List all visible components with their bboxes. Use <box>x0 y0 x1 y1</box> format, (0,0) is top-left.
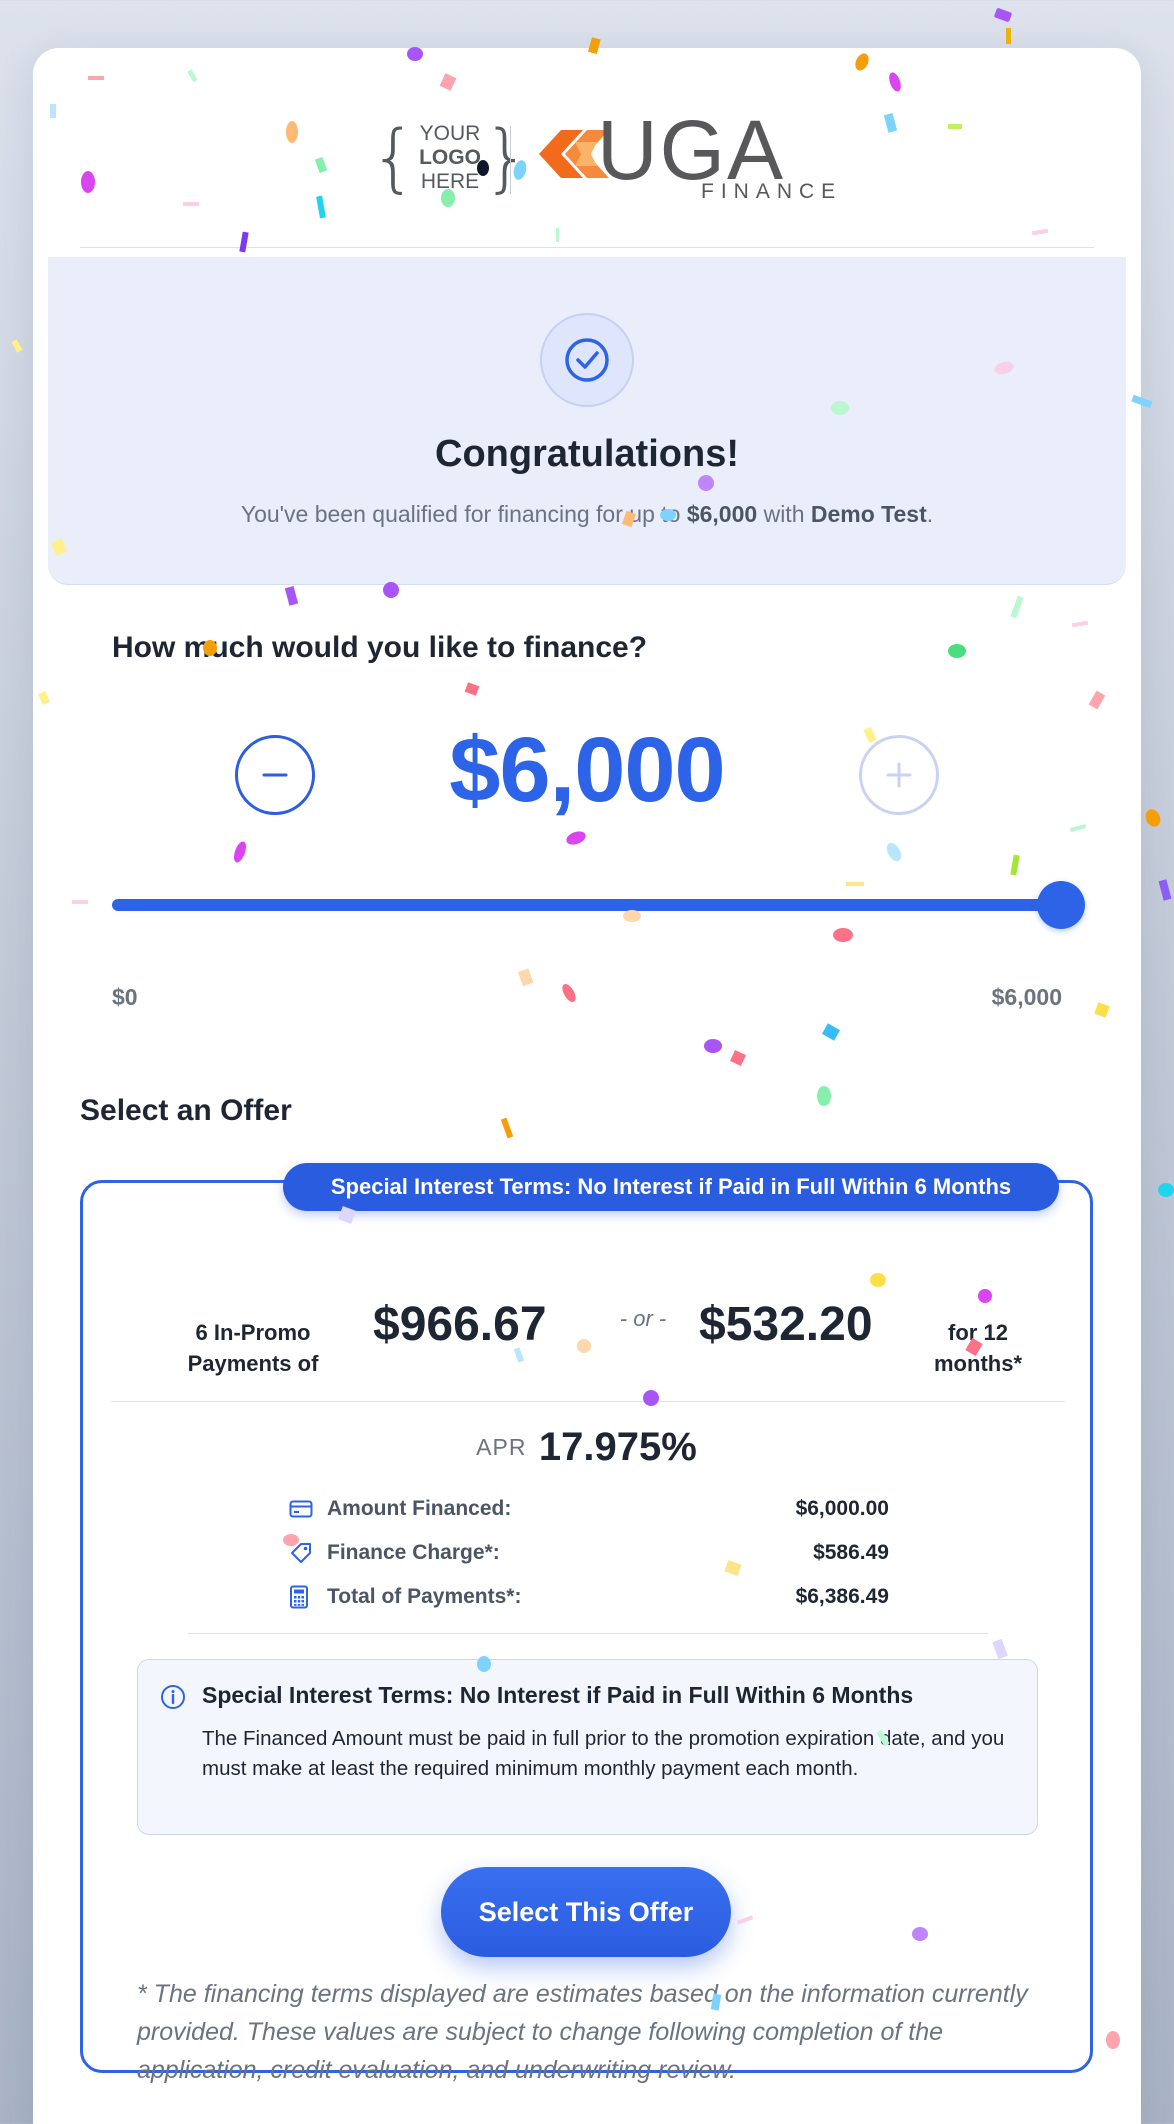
finance-question: How much would you like to finance? <box>112 631 648 664</box>
calculator-icon <box>289 1584 319 1610</box>
offer-divider <box>111 1401 1065 1402</box>
detail-row-finance-charge: Finance Charge*: $586.49 <box>289 1536 889 1570</box>
detail-row-amount-financed: Amount Financed: $6,000.00 <box>289 1492 889 1526</box>
details-divider <box>188 1633 988 1634</box>
uga-logo-sub: FINANCE <box>701 180 843 203</box>
partner-logo-brace-open: { <box>370 115 418 201</box>
info-title: Special Interest Terms: No Interest if P… <box>202 1682 914 1708</box>
promo-payment-amount: $966.67 <box>373 1298 547 1351</box>
info-icon <box>160 1684 186 1715</box>
or-separator: - or - <box>619 1306 667 1331</box>
uga-finance-logo: UGA FINANCE <box>535 103 855 208</box>
standard-payment-amount: $532.20 <box>699 1298 873 1351</box>
partner-logo: { YOUR LOGO HERE } <box>370 115 530 201</box>
logo-divider <box>510 126 511 194</box>
offer-banner: Special Interest Terms: No Interest if P… <box>283 1163 1059 1211</box>
amount-slider-thumb[interactable] <box>1037 881 1085 929</box>
apr-row: APR 17.975% <box>83 1425 1090 1470</box>
detail-label: Amount Financed: <box>327 1497 512 1520</box>
slider-max-label: $6,000 <box>991 984 1062 1010</box>
qualified-amount: $6,000 <box>686 501 758 527</box>
logo-row: { YOUR LOGO HERE } UGA FINANCE <box>33 103 1141 208</box>
minus-icon <box>262 773 288 777</box>
apr-value: 17.975% <box>538 1425 697 1469</box>
partner-logo-brace-close: } <box>482 115 531 201</box>
credit-card-icon <box>289 1496 319 1522</box>
select-offer-button[interactable]: Select This Offer <box>441 1867 731 1957</box>
congrats-subtitle-suffix: . <box>926 501 934 527</box>
merchant-name: Demo Test <box>810 501 927 527</box>
congrats-subtitle-prefix: You've been qualified for financing for … <box>240 501 687 527</box>
promo-info-box: Special Interest Terms: No Interest if P… <box>137 1659 1038 1835</box>
congrats-subtitle: You've been qualified for financing for … <box>48 501 1126 528</box>
detail-row-total-payments: Total of Payments*: $6,386.49 <box>289 1580 889 1614</box>
promo-payments-label: 6 In-Promo Payments of <box>187 1320 319 1376</box>
detail-label: Total of Payments*: <box>327 1585 522 1608</box>
partner-logo-middle: LOGO <box>419 146 481 169</box>
detail-value: $6,386.49 <box>795 1585 889 1608</box>
detail-value: $6,000.00 <box>795 1497 889 1520</box>
partner-logo-top: YOUR <box>419 122 481 145</box>
slider-min-label: $0 <box>112 984 138 1010</box>
increase-amount-button[interactable] <box>859 735 939 815</box>
header-divider <box>80 247 1094 248</box>
standard-term-label: for 12 months* <box>934 1320 1022 1376</box>
select-offer-heading: Select an Offer <box>80 1094 292 1127</box>
decrease-amount-button[interactable] <box>235 735 315 815</box>
info-body: The Financed Amount must be paid in full… <box>202 1727 1005 1780</box>
apr-label: APR <box>476 1434 527 1460</box>
congrats-panel: Congratulations! You've been qualified f… <box>48 257 1126 585</box>
congrats-subtitle-mid: with <box>757 501 811 527</box>
qualification-card: { YOUR LOGO HERE } UGA FINANCE Congratul… <box>33 48 1141 2124</box>
partner-logo-bottom: HERE <box>420 170 480 193</box>
plus-icon <box>886 762 912 788</box>
detail-value: $586.49 <box>813 1541 889 1564</box>
check-circle-icon <box>540 313 634 407</box>
offer-card[interactable]: Special Interest Terms: No Interest if P… <box>80 1163 1093 2084</box>
finance-amount: $6,000 <box>449 719 725 821</box>
tag-icon <box>289 1540 319 1566</box>
amount-slider-track[interactable] <box>112 899 1062 911</box>
disclaimer: * The financing terms displayed are esti… <box>137 1980 1028 2084</box>
congrats-title: Congratulations! <box>435 433 739 475</box>
detail-label: Finance Charge*: <box>327 1541 500 1564</box>
